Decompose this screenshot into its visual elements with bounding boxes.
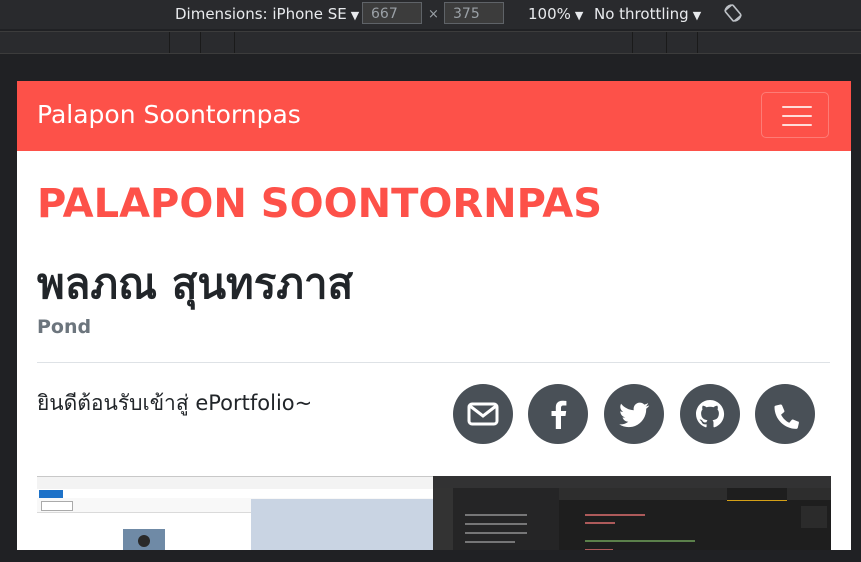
times-sign: ×: [428, 7, 439, 22]
ruler-tick: [666, 32, 667, 53]
height-input[interactable]: 375: [444, 2, 504, 24]
github-icon: [696, 400, 725, 428]
page-title: PALAPON SOONTORNPAS: [37, 181, 603, 227]
vscode-minimap: [801, 506, 827, 528]
navbar: Palapon Soontornpas: [17, 81, 851, 151]
code-line: [585, 522, 615, 524]
facebook-button[interactable]: [528, 384, 588, 444]
explorer-file-line: [465, 514, 527, 516]
explorer-file-line: [465, 523, 527, 525]
device-select[interactable]: Dimensions: iPhone SE ▼: [175, 5, 359, 23]
project-screenshot-vscode[interactable]: [433, 476, 831, 550]
device-label: Dimensions: iPhone SE: [175, 5, 347, 23]
email-icon: [467, 402, 499, 426]
paint-file-tab: [39, 490, 63, 498]
project-screenshot-paint[interactable]: [37, 476, 433, 550]
phone-button[interactable]: [755, 384, 815, 444]
twitter-button[interactable]: [604, 384, 664, 444]
navbar-brand[interactable]: Palapon Soontornpas: [37, 100, 301, 129]
explorer-file-line: [465, 532, 527, 534]
ruler-tick: [200, 32, 201, 53]
welcome-text: ยินดีต้อนรับเข้าสู่ ePortfolio~: [37, 391, 313, 415]
device-viewport: Palapon Soontornpas PALAPON SOONTORNPAS …: [17, 81, 851, 550]
github-button[interactable]: [680, 384, 740, 444]
paint-tool-box: [41, 501, 73, 511]
email-button[interactable]: [453, 384, 513, 444]
zoom-select[interactable]: 100% ▼: [528, 5, 583, 23]
phone-icon: [774, 404, 799, 429]
caret-down-icon: ▼: [574, 9, 584, 22]
code-line: [585, 514, 645, 516]
facebook-icon: [551, 400, 567, 429]
ruler-tick: [234, 32, 235, 53]
vscode-title-bar: [433, 476, 831, 488]
rotate-icon[interactable]: [723, 3, 743, 23]
vscode-activity-bar: [433, 488, 453, 550]
devtools-device-toolbar: Dimensions: iPhone SE ▼ 667 × 375 100% ▼ N…: [0, 0, 861, 29]
throttling-select[interactable]: No throttling ▼: [594, 5, 701, 23]
ruler-tick: [169, 32, 170, 53]
vscode-tabs: [559, 488, 831, 500]
thai-name-heading: พลภณ สุนทรภาส: [37, 259, 354, 308]
caret-down-icon: ▼: [350, 9, 360, 22]
explorer-file-line: [465, 541, 515, 543]
photo-thumbnail-face: [138, 535, 150, 547]
paint-canvas-bg: [251, 499, 433, 550]
media-query-ruler: [0, 31, 861, 54]
divider: [37, 362, 830, 363]
caret-down-icon: ▼: [692, 9, 702, 22]
ruler-tick: [632, 32, 633, 53]
devtools-bottom-strip: [0, 550, 861, 562]
zoom-label: 100%: [528, 5, 571, 23]
vscode-active-tab: [727, 488, 787, 501]
twitter-icon: [619, 402, 650, 428]
width-input[interactable]: 667: [362, 2, 422, 24]
navbar-toggler-button[interactable]: [761, 92, 829, 138]
ruler-tick: [697, 32, 698, 53]
code-line: [585, 540, 695, 542]
throttling-label: No throttling: [594, 5, 689, 23]
paint-title-bar: [37, 477, 433, 489]
nickname: Pond: [37, 316, 92, 338]
